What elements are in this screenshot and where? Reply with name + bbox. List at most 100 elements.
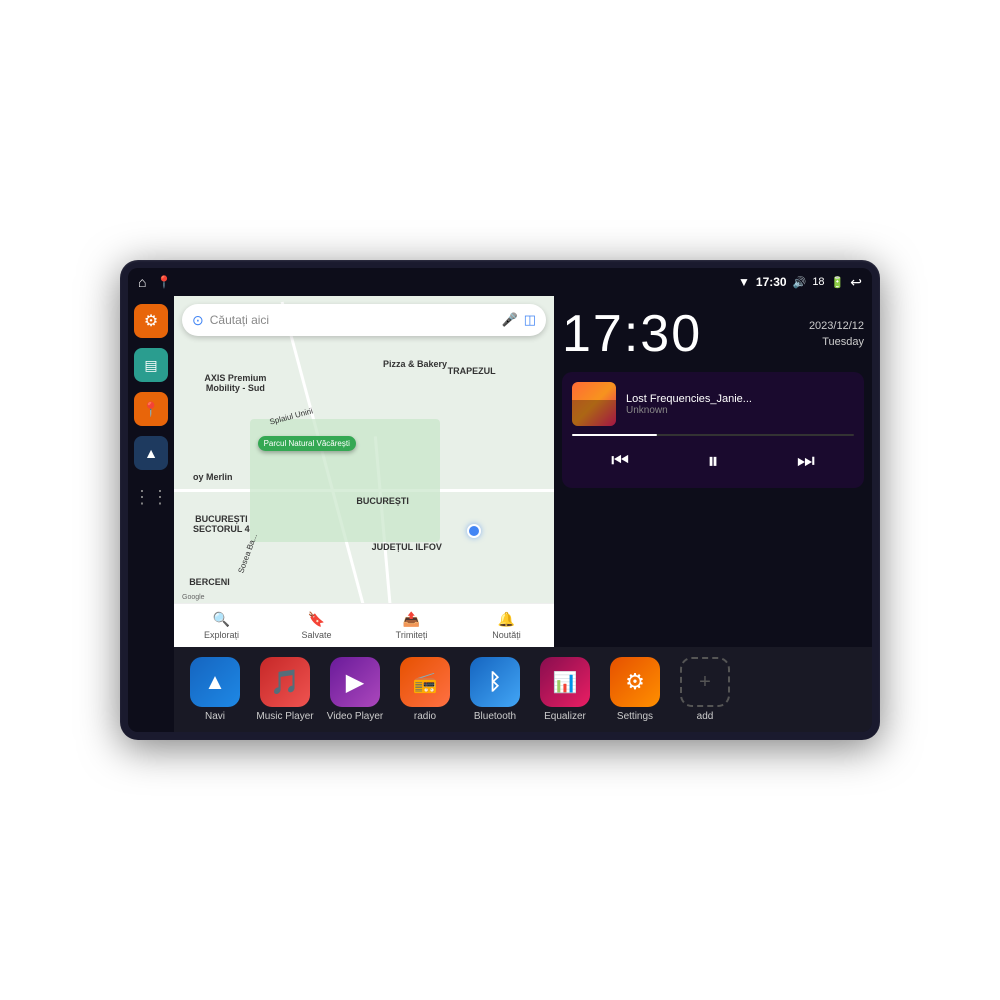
music-info-row: Lost Frequencies_Janie... Unknown [572,382,854,426]
app-grid-section: ▲ Navi 🎵 Music Player ▶ [174,647,872,732]
battery-level: 18 [812,276,824,288]
settings-app-icon: ⚙ [610,657,660,707]
clock-section: 17:30 2023/12/12 Tuesday [562,304,864,364]
bluetooth-icon-char: ᛒ [488,669,501,695]
map-search-bar[interactable]: ⊙ Căutați aici 🎤 ◫ [182,304,546,336]
main-area: ⚙ ▤ 📍 ▲ ⋮⋮ [128,296,872,732]
sidebar-nav-btn[interactable]: ▲ [134,436,168,470]
app-settings[interactable]: ⚙ Settings [606,657,664,722]
status-time: 17:30 [756,275,787,289]
search-placeholder: Căutați aici [210,313,496,327]
status-bar: ⌂ 📍 ▼ 17:30 🔊 18 🔋 ↩ [128,268,872,296]
equalizer-icon: 📊 [540,657,590,707]
explore-icon: 🔍 [213,611,230,628]
settings-label: Settings [617,711,653,722]
saved-icon: 🔖 [308,611,325,628]
album-art-crowd [572,400,616,426]
settings-icon: ⚙ [144,311,158,331]
home-icon[interactable]: ⌂ [138,274,146,290]
music-title: Lost Frequencies_Janie... [626,393,854,405]
map-copyright: Google [182,594,205,601]
app-navi[interactable]: ▲ Navi [186,657,244,722]
clock-date: 2023/12/12 [809,318,864,335]
music-label: Music Player [256,711,313,722]
google-maps-icon: ⊙ [192,312,204,329]
navi-icon-char: ▲ [204,669,226,695]
news-label: Noutăți [492,630,521,640]
mic-icon[interactable]: 🎤 [502,312,518,328]
volume-icon[interactable]: 🔊 [793,276,807,289]
map-tab-news[interactable]: 🔔 Noutăți [459,604,554,647]
map-label-berceni: BERCENI [189,577,230,587]
music-progress-fill [572,434,657,436]
sidebar-location-btn[interactable]: 📍 [134,392,168,426]
layers-icon[interactable]: ◫ [524,312,536,328]
map-label-pizza: Pizza & Bakery [383,359,447,369]
radio-icon-char: 📻 [413,670,438,695]
map-tab-saved[interactable]: 🔖 Salvate [269,604,364,647]
center-content: ⊙ Căutați aici 🎤 ◫ [174,296,872,732]
wifi-icon: ▼ [738,275,750,289]
explore-label: Explorați [204,630,239,640]
map-panel[interactable]: ⊙ Căutați aici 🎤 ◫ [174,296,554,647]
add-icon-char: + [699,671,711,694]
add-label: add [697,711,714,722]
sidebar-grid-btn[interactable]: ⋮⋮ [134,480,168,514]
app-music-player[interactable]: 🎵 Music Player [256,657,314,722]
news-icon: 🔔 [498,611,515,628]
map-background: AXIS PremiumMobility - Sud Pizza & Baker… [174,296,554,647]
navi-label: Navi [205,711,225,722]
send-icon: 📤 [403,611,420,628]
map-tab-send[interactable]: 📤 Trimiteți [364,604,459,647]
video-icon: ▶ [330,657,380,707]
clock-day: Tuesday [809,334,864,351]
music-text: Lost Frequencies_Janie... Unknown [626,393,854,416]
next-button[interactable]: ⏭ [787,446,825,477]
bluetooth-icon: ᛒ [470,657,520,707]
bluetooth-label: Bluetooth [474,711,516,722]
music-progress-bar[interactable] [572,434,854,436]
app-add[interactable]: + add [676,657,734,722]
send-label: Trimiteți [396,630,428,640]
settings-icon-char: ⚙ [625,669,645,695]
app-equalizer[interactable]: 📊 Equalizer [536,657,594,722]
left-sidebar: ⚙ ▤ 📍 ▲ ⋮⋮ [128,296,174,732]
location-icon[interactable]: 📍 [156,275,171,289]
app-bluetooth[interactable]: ᛒ Bluetooth [466,657,524,722]
grid-icon: ⋮⋮ [133,487,169,508]
map-label-ilfov: JUDEȚUL ILFOV [372,542,442,552]
music-player: Lost Frequencies_Janie... Unknown ⏮ ⏸ ⏭ [562,372,864,488]
map-bottom-tabs: 🔍 Explorați 🔖 Salvate 📤 Trimiteți [174,603,554,647]
map-label-merlin: oy Merlin [193,472,233,482]
back-icon[interactable]: ↩ [850,274,862,291]
app-video-player[interactable]: ▶ Video Player [326,657,384,722]
map-label-buc: BUCUREȘTI [356,496,409,506]
map-label-buc4: BUCUREȘTISECTORUL 4 [193,514,250,534]
video-label: Video Player [327,711,384,722]
right-panel: 17:30 2023/12/12 Tuesday [554,296,872,647]
clock-date-section: 2023/12/12 Tuesday [809,318,864,351]
location-sidebar-icon: 📍 [142,401,159,418]
radio-icon: 📻 [400,657,450,707]
app-radio[interactable]: 📻 radio [396,657,454,722]
equalizer-label: Equalizer [544,711,586,722]
map-pin-parcul[interactable]: Parcul Natural Văcărești [258,436,356,451]
sidebar-files-btn[interactable]: ▤ [134,348,168,382]
prev-button[interactable]: ⏮ [601,446,639,477]
radio-label: radio [414,711,436,722]
pause-button[interactable]: ⏸ [697,444,728,478]
sidebar-settings-btn[interactable]: ⚙ [134,304,168,338]
music-icon: 🎵 [260,657,310,707]
music-controls: ⏮ ⏸ ⏭ [572,444,854,478]
app-grid: ▲ Navi 🎵 Music Player ▶ [186,657,860,722]
map-sosea-label: Sosea Ba... [237,532,260,574]
top-row: ⊙ Căutați aici 🎤 ◫ [174,296,872,647]
map-tab-explore[interactable]: 🔍 Explorați [174,604,269,647]
battery-icon: 🔋 [831,276,845,289]
device: ⌂ 📍 ▼ 17:30 🔊 18 🔋 ↩ ⚙ ▤ [120,260,880,740]
music-artist: Unknown [626,405,854,416]
saved-label: Salvate [301,630,331,640]
map-label-trap: TRAPEZUL [448,366,496,376]
album-art [572,382,616,426]
status-right: ▼ 17:30 🔊 18 🔋 ↩ [738,274,862,291]
